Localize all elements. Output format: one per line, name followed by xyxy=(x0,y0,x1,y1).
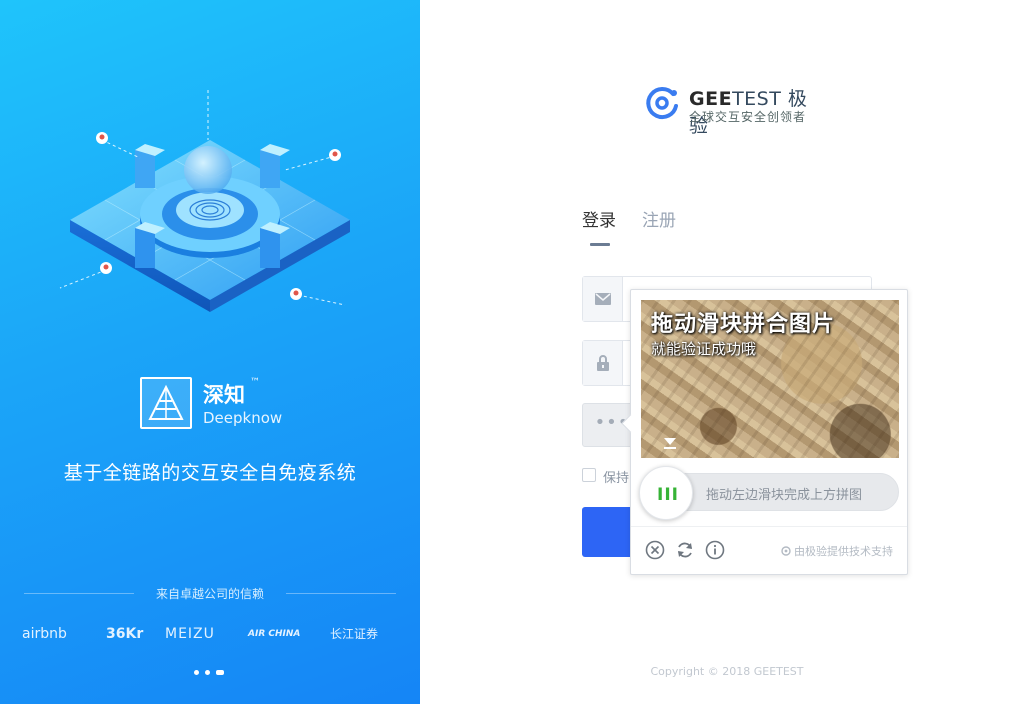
slider-knob[interactable]: III xyxy=(639,466,693,520)
info-icon[interactable] xyxy=(705,540,725,560)
keep-signed-in-checkbox[interactable] xyxy=(582,468,596,482)
powered-by[interactable]: 由极验提供技术支持 xyxy=(780,543,893,559)
captcha-title: 拖动滑块拼合图片 xyxy=(651,312,836,337)
geetest-logo: GEETEST 极验 全球交互安全创领者 xyxy=(643,84,823,137)
tab-register[interactable]: 注册 xyxy=(642,206,676,231)
grip-icon: III xyxy=(657,485,679,505)
slider-hint: 拖动左边滑块完成上方拼图 xyxy=(706,488,863,503)
carousel-dot[interactable] xyxy=(205,670,210,675)
geetest-mini-icon xyxy=(780,546,791,556)
trust-text: 来自卓越公司的信赖 xyxy=(155,587,264,601)
partner-logo-airbnb: airbnb xyxy=(22,626,67,642)
tagline: 基于全链路的交互安全自免疫系统 xyxy=(63,462,357,484)
geetest-logo-icon xyxy=(646,87,678,120)
carousel-dot[interactable] xyxy=(194,670,199,675)
tab-login[interactable]: 登录 xyxy=(582,206,616,231)
refresh-icon[interactable] xyxy=(675,540,695,560)
down-arrow-icon xyxy=(664,438,676,449)
carousel-dot-active[interactable] xyxy=(216,670,224,675)
brand-name: 深知 xyxy=(203,383,245,407)
slider-captcha-popup: 拖动滑块拼合图片 就能验证成功哦 拖动左边滑块完成上方拼图 III 由极验提供技… xyxy=(630,289,908,575)
isometric-security-illustration xyxy=(59,90,350,312)
partner-logo-changjiang-securities: 长江证券 xyxy=(330,627,379,641)
partner-logos: airbnb 36Kr MEIZU AIR CHINA 长江证券 xyxy=(22,620,402,648)
login-page: 深知 ™ Deepknow 基于全链路的交互安全自免疫系统 来自卓越公司的信赖 … xyxy=(0,0,1034,704)
partner-logo-air-china: AIR CHINA xyxy=(248,629,301,639)
partner-logo-36kr: 36Kr xyxy=(106,626,144,642)
partner-logo-meizu: MEIZU xyxy=(165,626,215,642)
brand-english-name: Deepknow xyxy=(203,409,283,427)
close-icon[interactable] xyxy=(645,540,665,560)
promo-panel: 深知 ™ Deepknow 基于全链路的交互安全自免疫系统 来自卓越公司的信赖 … xyxy=(0,0,420,704)
auth-tabs: 登录 注册 xyxy=(582,206,782,250)
powered-by-text: 由极验提供技术支持 xyxy=(794,545,893,558)
captcha-divider xyxy=(631,526,907,527)
carousel-indicators xyxy=(194,670,234,676)
envelope-icon xyxy=(583,277,623,321)
active-tab-indicator xyxy=(590,243,610,246)
copyright: Copyright © 2018 GEETEST xyxy=(650,665,804,678)
deepknow-logo-icon xyxy=(140,377,192,429)
deepknow-brand: 深知 ™ Deepknow xyxy=(140,377,320,431)
captcha-subtitle: 就能验证成功哦 xyxy=(651,340,757,358)
trademark-symbol: ™ xyxy=(250,377,260,388)
geetest-subtitle: 全球交互安全创领者 xyxy=(689,110,807,124)
puzzle-image: 拖动滑块拼合图片 就能验证成功哦 xyxy=(641,300,899,458)
keep-signed-in-label: 保持 xyxy=(603,471,630,486)
trust-divider: 来自卓越公司的信赖 xyxy=(24,585,396,603)
lock-icon xyxy=(583,341,623,385)
